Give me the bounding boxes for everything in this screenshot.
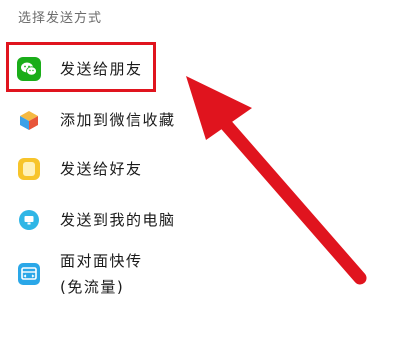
option-face-to-face-transfer[interactable]: 面对面快传 (免流量) (0, 248, 396, 310)
face-to-face-transfer-icon (17, 262, 41, 286)
option-label: 发送给好友 (60, 160, 143, 178)
option-label-line1: 面对面快传 (60, 252, 143, 270)
option-label-line2: (免流量) (60, 278, 125, 296)
option-send-to-computer[interactable]: 发送到我的电脑 (0, 194, 396, 246)
option-add-to-favorites[interactable]: 添加到微信收藏 (0, 94, 396, 146)
option-label: 添加到微信收藏 (60, 111, 176, 129)
option-label: 发送到我的电脑 (60, 211, 176, 229)
note-icon (17, 157, 41, 181)
favorites-cube-icon (17, 108, 41, 132)
highlight-box (6, 42, 156, 92)
computer-icon (17, 208, 41, 232)
option-send-to-contact[interactable]: 发送给好友 (0, 143, 396, 195)
send-method-title: 选择发送方式 (18, 11, 103, 26)
